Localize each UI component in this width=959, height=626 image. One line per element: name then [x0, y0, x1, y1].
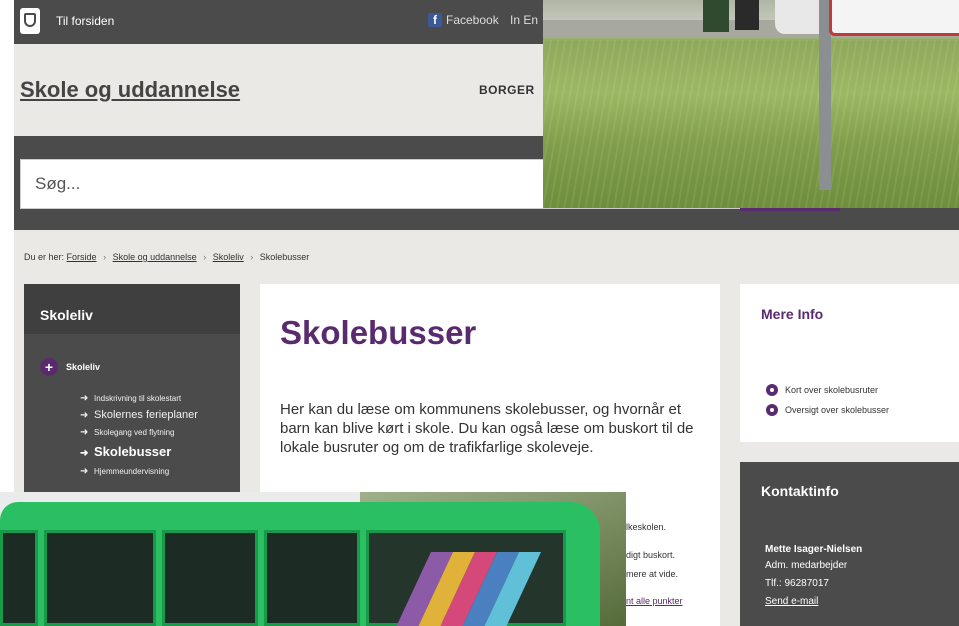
- photo-bin: [703, 0, 729, 32]
- breadcrumb-item[interactable]: Forside: [67, 252, 97, 262]
- sidebar-item-label: Skolegang ved flytning: [94, 428, 175, 437]
- send-email-link[interactable]: Send e-mail: [765, 596, 818, 607]
- sidebar-item-label: Indskrivning til skolestart: [94, 394, 182, 403]
- breadcrumb-separator: ›: [103, 252, 107, 262]
- arrow-right-icon: ➜: [80, 427, 89, 438]
- expand-all-link[interactable]: nt alle punkter: [626, 596, 683, 606]
- sidebar-item-flytning[interactable]: ➜ Skolegang ved flytning: [80, 424, 198, 441]
- sidebar-item-skolebusser[interactable]: ➜ Skolebusser: [80, 441, 198, 463]
- contact-name: Mette Isager-Nielsen: [765, 544, 863, 555]
- contact-title: Kontaktinfo: [761, 483, 839, 499]
- page-title: Skolebusser: [280, 314, 477, 351]
- sidebar-item-label: Hjemmeundervisning: [94, 467, 170, 476]
- sidebar-item-hjemmeundervisning[interactable]: ➜ Hjemmeundervisning: [80, 463, 198, 480]
- nav-borger[interactable]: BORGER: [479, 83, 535, 97]
- sidebar-item-label: Skolebusser: [94, 444, 172, 459]
- mere-info-box: Mere Info Kort over skolebusruter Oversi…: [740, 284, 959, 442]
- photo-grass: [543, 40, 959, 208]
- home-link[interactable]: Til forsiden: [56, 14, 114, 28]
- photo-town-sign: [829, 0, 959, 36]
- sidebar-title: Skoleliv: [40, 307, 93, 323]
- contact-box: Kontaktinfo Mette Isager-Nielsen Adm. me…: [740, 462, 959, 626]
- mere-info-link[interactable]: Oversigt over skolebusser: [766, 400, 889, 420]
- facebook-label: Facebook: [446, 13, 499, 27]
- mere-info-link-label: Kort over skolebusruter: [785, 385, 879, 395]
- breadcrumb-item[interactable]: Skole og uddannelse: [113, 252, 197, 262]
- language-link[interactable]: In En: [510, 13, 538, 27]
- breadcrumb-item[interactable]: Skoleliv: [213, 252, 244, 262]
- arrow-right-icon: ➜: [80, 393, 89, 404]
- sidebar-item-indskrivning[interactable]: ➜ Indskrivning til skolestart: [80, 390, 198, 407]
- sidebar-list: ➜ Indskrivning til skolestart ➜ Skolernes …: [80, 390, 198, 480]
- contact-role: Adm. medarbejder: [765, 560, 848, 571]
- photo-bus-window: [0, 530, 38, 626]
- photo-bus-window: [162, 530, 258, 626]
- facebook-icon: f: [428, 13, 442, 27]
- arrow-right-icon: ➜: [80, 466, 89, 477]
- intro-text: Her kan du læse om kommunens skolebusser…: [280, 401, 694, 456]
- arrow-right-icon: ➜: [80, 448, 89, 459]
- breadcrumb-prefix: Du er her:: [24, 252, 65, 262]
- municipality-logo-icon[interactable]: [20, 8, 40, 34]
- site-title-link[interactable]: Skole og uddannelse: [20, 77, 240, 103]
- circle-arrow-icon: [766, 404, 778, 416]
- text-fragment: digt buskort.: [626, 550, 676, 560]
- contact-phone: Tlf.: 96287017: [765, 578, 829, 589]
- mere-info-link[interactable]: Kort over skolebusruter: [766, 380, 889, 400]
- facebook-link[interactable]: f Facebook: [428, 13, 499, 27]
- text-fragment: lkeskolen.: [626, 522, 667, 532]
- collapse-icon[interactable]: +: [40, 358, 58, 376]
- mere-info-list: Kort over skolebusruter Oversigt over sk…: [766, 380, 889, 420]
- sidebar-section-skoleliv[interactable]: + Skoleliv: [40, 358, 100, 376]
- town-sign-photo: [543, 0, 959, 208]
- breadcrumb: Du er her: Forside › Skole og uddannelse…: [24, 252, 309, 262]
- mere-info-link-label: Oversigt over skolebusser: [785, 405, 890, 415]
- text-fragment: mere at vide.: [626, 569, 679, 579]
- breadcrumb-separator: ›: [203, 252, 207, 262]
- sidebar-section-label: Skoleliv: [66, 362, 101, 372]
- photo-bus-window: [44, 530, 156, 626]
- breadcrumb-separator: ›: [250, 252, 254, 262]
- breadcrumb-current: Skolebusser: [259, 252, 310, 262]
- mere-info-title: Mere Info: [761, 306, 824, 322]
- arrow-right-icon: ➜: [80, 410, 89, 421]
- sidebar-item-ferieplaner[interactable]: ➜ Skolernes ferieplaner: [80, 407, 198, 424]
- sidebar-item-label: Skolernes ferieplaner: [94, 409, 198, 421]
- sidebar-header: Skoleliv: [24, 284, 240, 334]
- school-bus-photo: [0, 492, 626, 626]
- photo-bin: [735, 0, 759, 30]
- circle-arrow-icon: [766, 384, 778, 396]
- photo-bus-window: [264, 530, 360, 626]
